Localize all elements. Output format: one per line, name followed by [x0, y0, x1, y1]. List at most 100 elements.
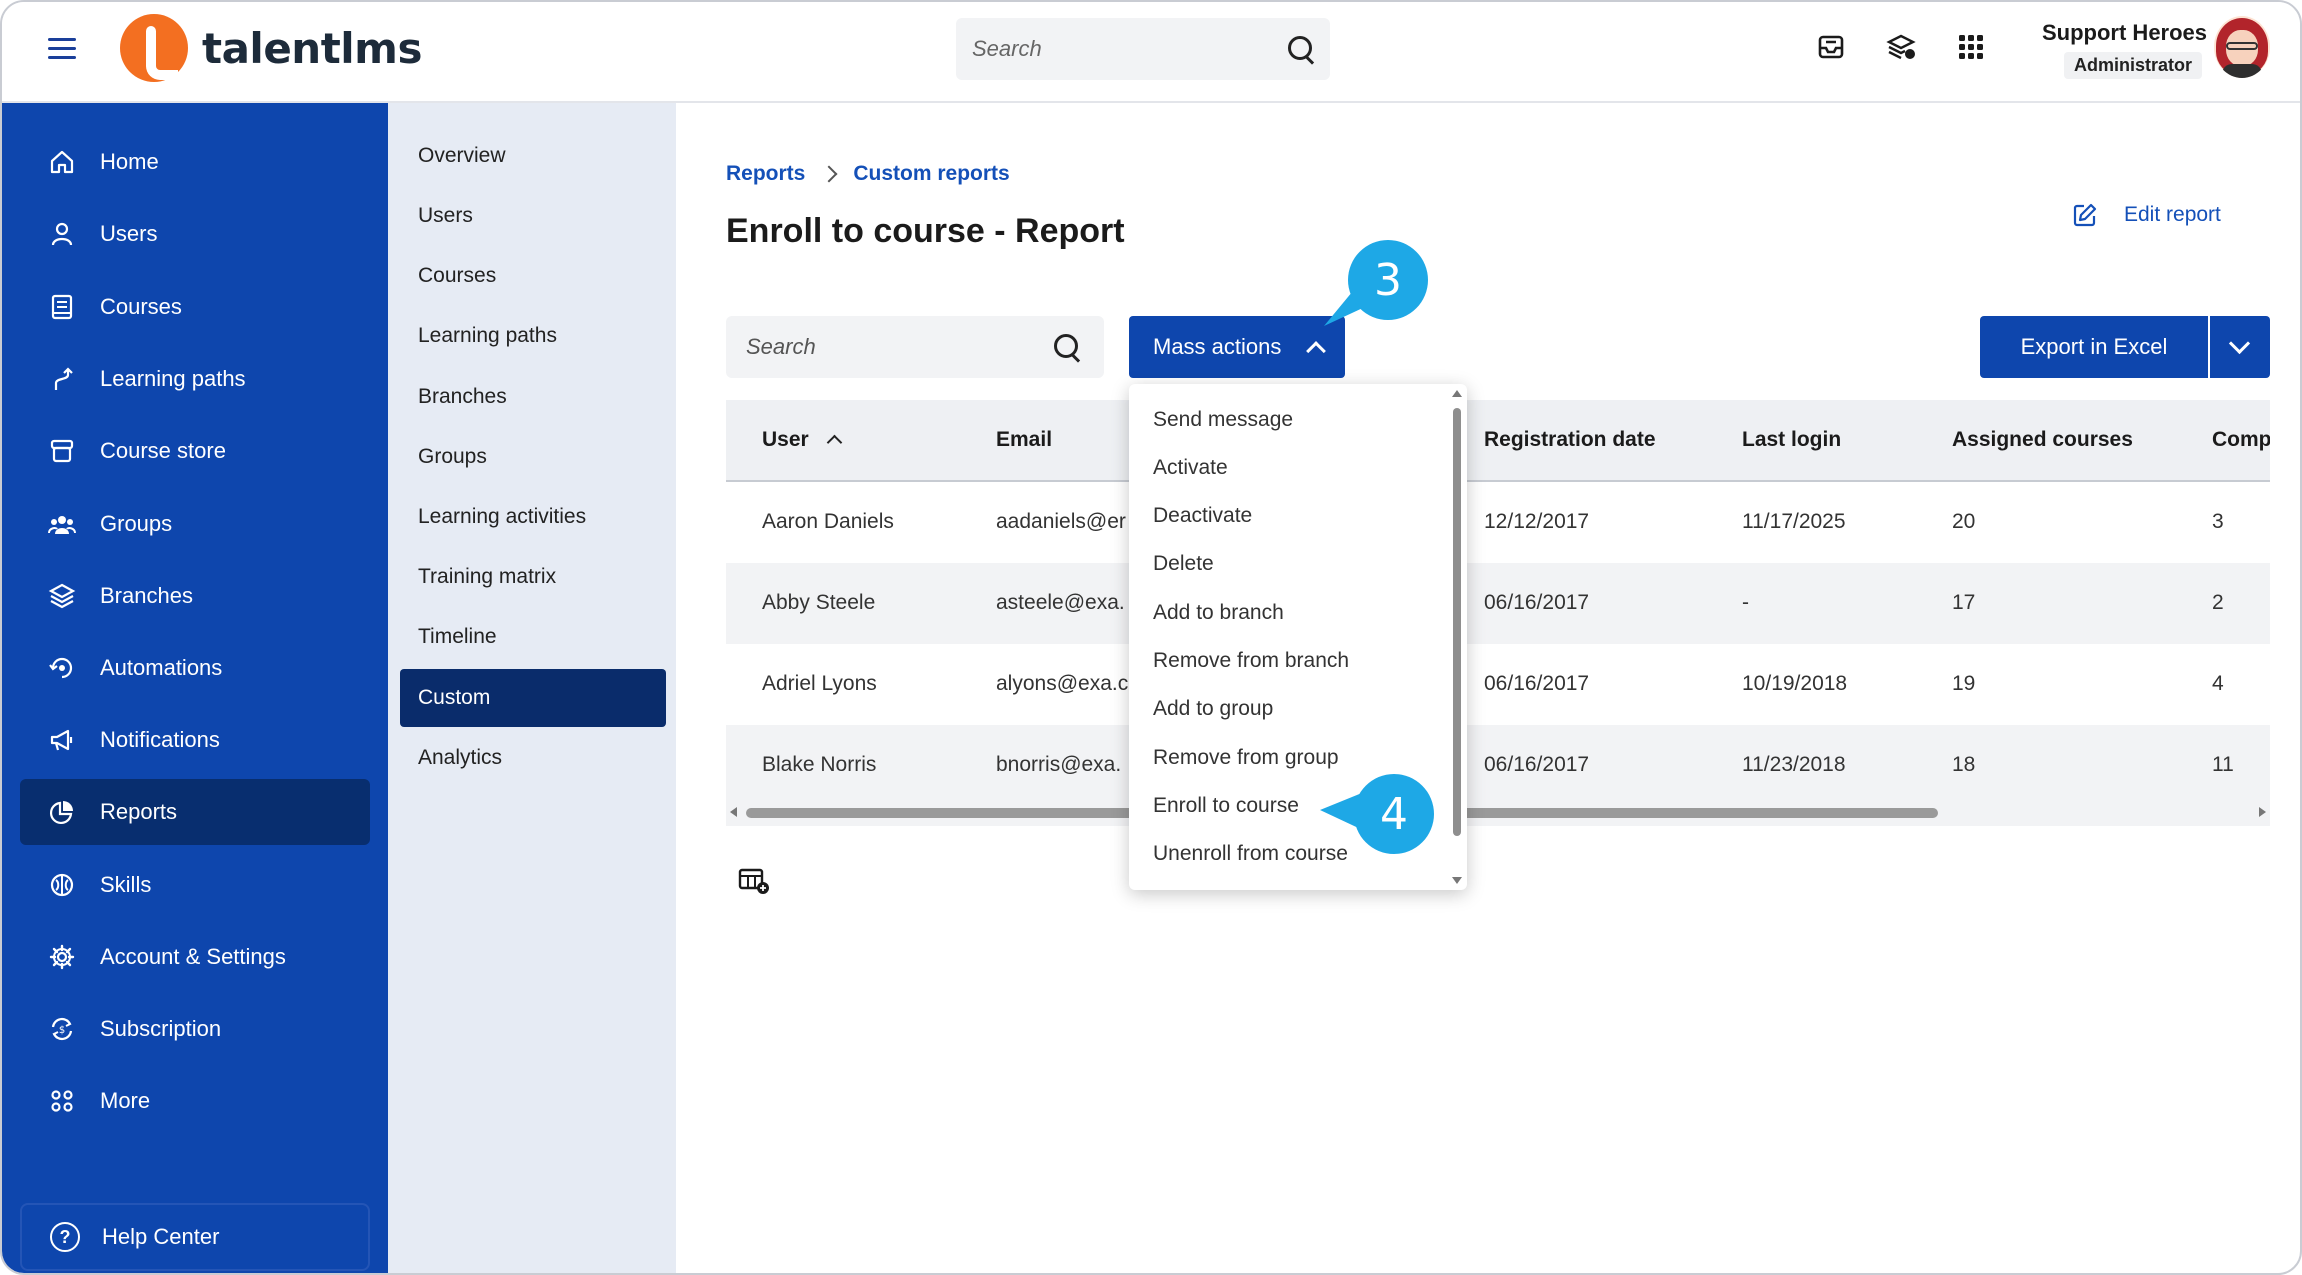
logo[interactable]: talentlms: [120, 14, 422, 82]
cell-last-login: -: [1742, 591, 1749, 614]
sidebar-item-skills[interactable]: Skills: [20, 852, 370, 918]
megaphone-icon: [48, 726, 76, 754]
user-name: Support Heroes: [2042, 20, 2208, 45]
column-header-user[interactable]: User: [762, 428, 842, 452]
column-header-last-login[interactable]: Last login: [1742, 428, 1841, 452]
table-row[interactable]: Aaron Daniels aadaniels@er 12/12/2017 11…: [726, 482, 2270, 563]
sidebar-item-label: Branches: [100, 583, 193, 608]
sidebar-item-courses[interactable]: Courses: [20, 274, 370, 340]
user-menu[interactable]: Support Heroes Administrator: [2042, 20, 2208, 79]
cell-registration-date: 06/16/2017: [1484, 591, 1590, 614]
report-search: [726, 316, 1104, 378]
sidebar-item-groups[interactable]: Groups: [20, 491, 370, 557]
edit-report-label: Edit report: [2124, 203, 2221, 226]
cell-assigned-courses: 20: [1952, 510, 1976, 533]
subnav-item-branches[interactable]: Branches: [400, 368, 666, 426]
chevron-down-icon[interactable]: [2210, 316, 2270, 378]
sort-ascending-icon: [826, 434, 842, 451]
user-role-badge: Administrator: [2063, 52, 2202, 79]
apps-grid-icon[interactable]: [1956, 32, 1986, 62]
mass-actions-button[interactable]: Mass actions: [1129, 316, 1345, 378]
edit-report-link[interactable]: Edit report: [2072, 202, 2221, 228]
menu-scroll-down-icon[interactable]: [1452, 877, 1462, 884]
column-header-registration-date[interactable]: Registration date: [1484, 428, 1656, 452]
help-center-button[interactable]: ? Help Center: [20, 1203, 370, 1271]
report-search-input[interactable]: [746, 334, 1036, 360]
subnav-item-training-matrix[interactable]: Training matrix: [400, 548, 666, 606]
sidebar-item-label: Notifications: [100, 727, 220, 752]
sidebar-item-notifications[interactable]: Notifications: [20, 707, 370, 773]
column-header-email[interactable]: Email: [996, 428, 1052, 452]
cell-user: Blake Norris: [762, 753, 877, 776]
user-icon: [48, 220, 76, 248]
cell-last-login: 11/23/2018: [1742, 753, 1846, 776]
subnav-item-groups[interactable]: Groups: [400, 428, 666, 486]
cell-assigned-courses: 17: [1952, 591, 1976, 614]
sidebar-item-course-store[interactable]: Course store: [20, 418, 370, 484]
horizontal-scrollbar[interactable]: [726, 798, 2270, 826]
gear-icon: [48, 943, 76, 971]
sidebar-item-branches[interactable]: Branches: [20, 563, 370, 629]
sidebar-item-label: Courses: [100, 294, 182, 319]
report-table: User Email Registration date Last login …: [726, 400, 2270, 826]
subnav-item-courses[interactable]: Courses: [400, 247, 666, 305]
menu-item-activate[interactable]: Activate: [1153, 456, 1228, 480]
table-columns-icon[interactable]: [738, 866, 772, 896]
menu-item-add-to-group[interactable]: Add to group: [1153, 697, 1273, 721]
menu-icon[interactable]: [48, 36, 78, 60]
breadcrumb-reports[interactable]: Reports: [726, 162, 805, 186]
search-icon[interactable]: [1286, 34, 1316, 64]
menu-scroll-up-icon[interactable]: [1452, 390, 1462, 397]
search-icon[interactable]: [1052, 332, 1082, 362]
help-center-label: Help Center: [102, 1224, 220, 1249]
sidebar-item-account-settings[interactable]: Account & Settings: [20, 924, 370, 990]
sidebar-item-automations[interactable]: Automations: [20, 635, 370, 701]
scroll-right-icon[interactable]: [2259, 807, 2266, 817]
subnav-item-learning-paths[interactable]: Learning paths: [400, 307, 666, 365]
sidebar-item-more[interactable]: More: [20, 1068, 370, 1134]
scroll-left-icon[interactable]: [730, 807, 737, 817]
subnav-item-users[interactable]: Users: [400, 187, 666, 245]
subnav-item-overview[interactable]: Overview: [400, 127, 666, 185]
subnav-item-custom[interactable]: Custom: [400, 669, 666, 727]
export-excel-button[interactable]: Export in Excel: [1980, 316, 2208, 378]
table-header: User Email Registration date Last login …: [726, 400, 2270, 482]
menu-item-delete[interactable]: Delete: [1153, 552, 1214, 576]
cell-email: asteele@exa.: [996, 591, 1125, 614]
sidebar-item-learning-paths[interactable]: Learning paths: [20, 346, 370, 412]
breadcrumb-custom-reports[interactable]: Custom reports: [853, 162, 1009, 186]
step-callout-3: 3: [1348, 240, 1428, 320]
layers-check-icon[interactable]: [1886, 32, 1916, 62]
menu-item-remove-from-group[interactable]: Remove from group: [1153, 746, 1339, 770]
column-header-assigned-courses[interactable]: Assigned courses: [1952, 428, 2133, 452]
menu-item-remove-from-branch[interactable]: Remove from branch: [1153, 649, 1349, 673]
more-grid-icon: [48, 1087, 76, 1115]
menu-item-deactivate[interactable]: Deactivate: [1153, 504, 1252, 528]
subnav-item-learning-activities[interactable]: Learning activities: [400, 488, 666, 546]
subnav-item-timeline[interactable]: Timeline: [400, 608, 666, 666]
sidebar-item-users[interactable]: Users: [20, 201, 370, 267]
menu-item-send-message[interactable]: Send message: [1153, 408, 1293, 432]
table-row[interactable]: Blake Norris bnorris@exa. 06/16/2017 11/…: [726, 725, 2270, 806]
sidebar-item-subscription[interactable]: $ Subscription: [20, 996, 370, 1062]
inbox-icon[interactable]: [1816, 32, 1846, 62]
menu-item-enroll-to-course[interactable]: Enroll to course: [1153, 794, 1299, 818]
groups-icon: [48, 510, 76, 538]
subnav-item-analytics[interactable]: Analytics: [400, 729, 666, 787]
column-header-completed[interactable]: Comp: [2212, 428, 2270, 452]
sidebar-item-home[interactable]: Home: [20, 129, 370, 195]
cell-completed: 2: [2212, 591, 2224, 614]
avatar[interactable]: [2214, 16, 2270, 78]
logo-text: talentlms: [202, 23, 422, 73]
menu-scrollbar[interactable]: [1453, 408, 1461, 836]
global-search-input[interactable]: [972, 36, 1272, 62]
automation-icon: [48, 654, 76, 682]
global-search: [956, 18, 1330, 80]
mass-actions-label: Mass actions: [1153, 334, 1282, 359]
table-row[interactable]: Abby Steele asteele@exa. 06/16/2017 - 17…: [726, 563, 2270, 644]
menu-item-add-to-branch[interactable]: Add to branch: [1153, 601, 1284, 625]
table-row[interactable]: Adriel Lyons alyons@exa.c 06/16/2017 10/…: [726, 644, 2270, 725]
store-icon: [48, 437, 76, 465]
sidebar-item-reports[interactable]: Reports: [20, 779, 370, 845]
sidebar-item-label: Account & Settings: [100, 944, 286, 969]
